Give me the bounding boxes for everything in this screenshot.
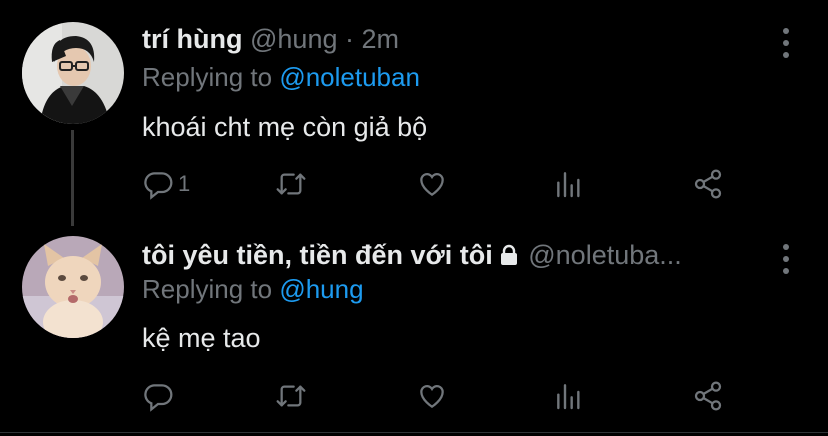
reply-button[interactable]: 1 [142, 168, 190, 200]
display-name[interactable]: tôi yêu tiền, tiền đến với tôi [142, 240, 493, 270]
thread-line [71, 130, 74, 226]
mention-link[interactable]: @hung [279, 274, 363, 304]
like-icon [420, 384, 444, 409]
analytics-icon [557, 384, 580, 410]
avatar-user-1[interactable] [22, 22, 124, 124]
reply-icon [144, 384, 173, 412]
separator: · [345, 24, 354, 54]
like-button[interactable] [416, 168, 448, 200]
replying-label: Replying to [142, 274, 273, 304]
share-icon [694, 381, 722, 411]
mention-link[interactable]: @noletuban [279, 62, 420, 92]
user-handle[interactable]: @noletuba... [528, 240, 682, 270]
retweet-button[interactable] [275, 380, 307, 412]
reply-button[interactable] [142, 380, 178, 412]
tweet-header: tôi yêu tiền, tiền đến với tôi @noletuba… [142, 240, 682, 274]
tweet-header: trí hùng @hung · 2m [142, 24, 399, 55]
tweet-2[interactable]: tôi yêu tiền, tiền đến với tôi @noletuba… [0, 216, 828, 436]
more-icon[interactable] [776, 244, 796, 274]
avatar-user-2[interactable] [22, 236, 124, 338]
analytics-button[interactable] [553, 168, 585, 200]
retweet-icon [276, 173, 306, 195]
tweet-text: khoái cht mẹ còn giả bộ [142, 112, 428, 142]
tweet-text: kệ mẹ tao [142, 323, 261, 353]
reply-icon [144, 172, 173, 200]
like-icon [420, 172, 444, 197]
share-button[interactable] [692, 168, 724, 200]
share-button[interactable] [692, 380, 724, 412]
analytics-button[interactable] [553, 380, 585, 412]
like-button[interactable] [416, 380, 448, 412]
more-icon[interactable] [776, 28, 796, 58]
analytics-icon [557, 172, 580, 198]
retweet-button[interactable] [275, 168, 307, 200]
display-name[interactable]: trí hùng [142, 24, 242, 54]
retweet-icon [276, 385, 306, 407]
timestamp[interactable]: 2m [362, 24, 400, 54]
divider [0, 432, 828, 433]
replying-label: Replying to [142, 62, 273, 92]
lock-icon [497, 243, 521, 274]
share-icon [694, 169, 722, 199]
user-handle[interactable]: @hung [250, 24, 337, 54]
reply-count: 1 [178, 171, 191, 196]
replying-to: Replying to @hung [142, 274, 364, 305]
replying-to: Replying to @noletuban [142, 62, 420, 93]
tweet-1[interactable]: trí hùng @hung · 2m Replying to @noletub… [0, 0, 828, 226]
